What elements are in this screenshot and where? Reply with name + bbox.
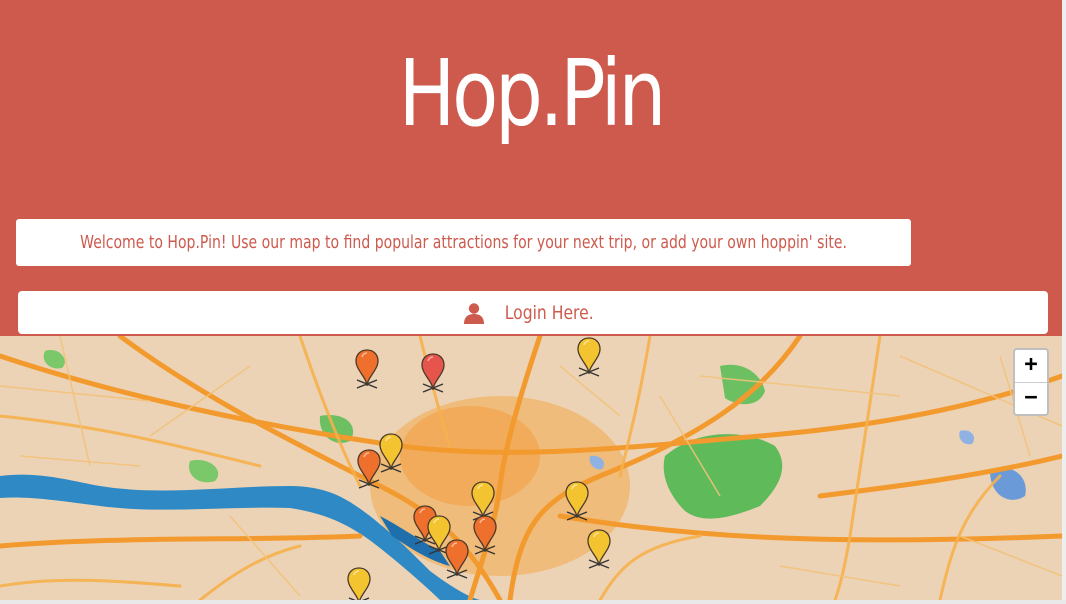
map-marker[interactable]: [346, 566, 372, 600]
page-bottom-edge: [0, 600, 1066, 604]
zoom-out-button[interactable]: −: [1015, 383, 1047, 415]
welcome-banner: Welcome to Hop.Pin! Use our map to find …: [16, 219, 911, 266]
map-marker[interactable]: [472, 514, 498, 558]
zoom-control: + −: [1013, 348, 1049, 416]
map-view[interactable]: + −: [0, 336, 1062, 600]
zoom-in-button[interactable]: +: [1015, 350, 1047, 383]
welcome-text: Welcome to Hop.Pin! Use our map to find …: [80, 232, 847, 253]
app-page: Hop.Pin Welcome to Hop.Pin! Use our map …: [0, 0, 1062, 604]
map-marker[interactable]: [576, 336, 602, 380]
map-tiles: [0, 336, 1062, 600]
map-marker[interactable]: [356, 448, 382, 492]
map-marker[interactable]: [564, 480, 590, 524]
app-title: Hop.Pin: [398, 40, 667, 147]
scrollbar-track: [1062, 0, 1066, 604]
login-button[interactable]: Login Here.: [18, 291, 1048, 334]
map-marker[interactable]: [354, 348, 380, 392]
map-marker[interactable]: [586, 528, 612, 572]
map-marker[interactable]: [444, 538, 470, 582]
login-label: Login Here.: [504, 301, 594, 324]
map-marker[interactable]: [420, 352, 446, 396]
user-icon: [463, 302, 484, 324]
